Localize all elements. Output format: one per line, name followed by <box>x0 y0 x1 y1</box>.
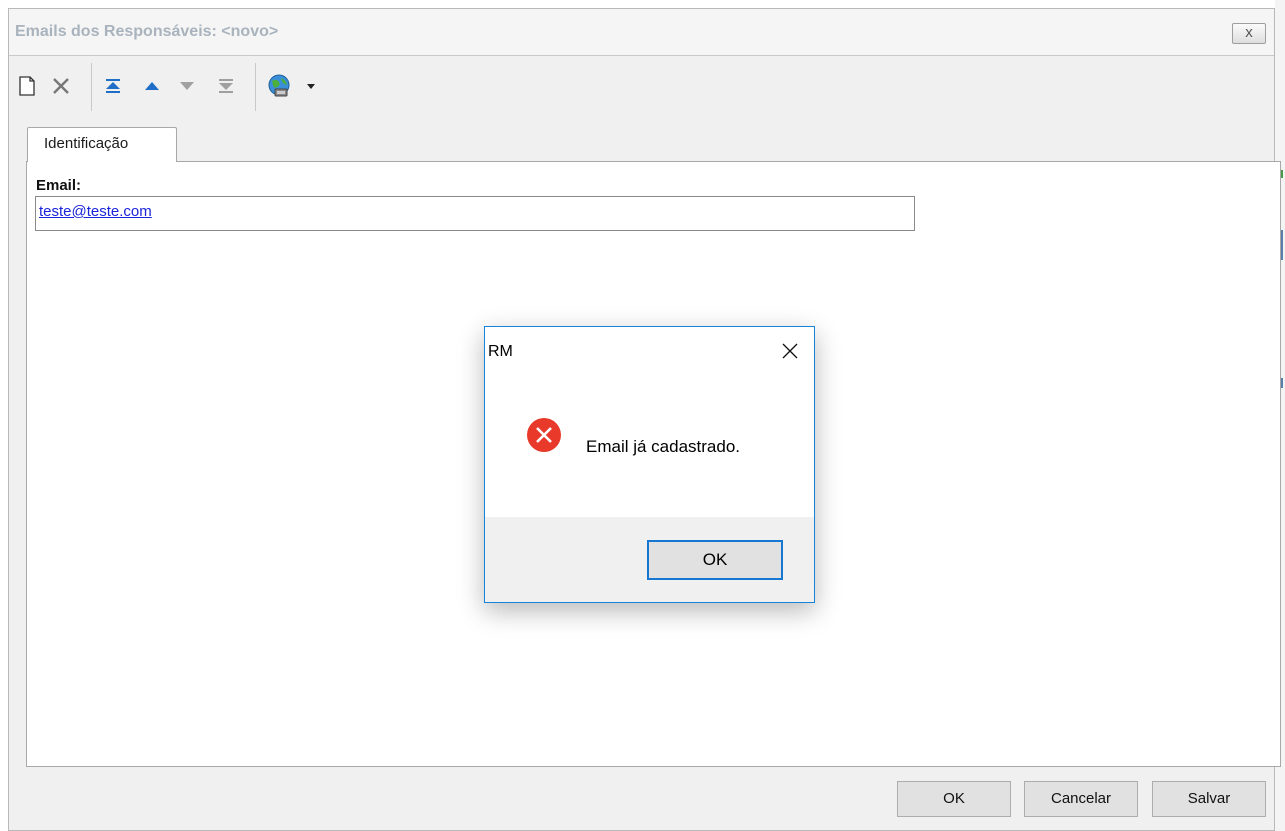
title-bar: Emails dos Responsáveis: <novo> x <box>9 9 1274 56</box>
dialog-title: RM <box>488 343 513 360</box>
save-button[interactable]: Salvar <box>1152 781 1266 817</box>
first-record-icon[interactable] <box>101 71 125 101</box>
toolbar-separator <box>255 63 256 111</box>
next-record-icon[interactable] <box>175 71 199 101</box>
error-dialog: RM Email já cadastrado. OK <box>484 326 815 603</box>
window-title: Emails dos Responsáveis: <novo> <box>15 23 279 40</box>
window-close-button[interactable]: x <box>1232 23 1266 44</box>
last-record-icon[interactable] <box>214 71 238 101</box>
toolbar-separator <box>91 63 92 111</box>
cancel-button[interactable]: Cancelar <box>1024 781 1138 817</box>
error-icon <box>526 417 562 453</box>
email-field[interactable]: teste@teste.com <box>35 196 915 231</box>
close-icon[interactable] <box>780 341 800 361</box>
dropdown-arrow-icon[interactable] <box>303 71 319 101</box>
email-label: Email: <box>36 177 82 194</box>
dialog-message: Email já cadastrado. <box>586 437 741 456</box>
delete-icon[interactable] <box>49 71 73 101</box>
tab-label: Identificação <box>44 135 129 152</box>
globe-link-icon[interactable] <box>263 69 295 103</box>
dialog-footer: OK <box>485 517 814 602</box>
tab-identificacao[interactable]: Identificação <box>27 127 177 162</box>
email-value[interactable]: teste@teste.com <box>39 203 152 220</box>
previous-record-icon[interactable] <box>140 71 164 101</box>
new-document-icon[interactable] <box>15 71 39 101</box>
ok-button[interactable]: OK <box>897 781 1011 817</box>
dialog-ok-button[interactable]: OK <box>647 540 783 580</box>
